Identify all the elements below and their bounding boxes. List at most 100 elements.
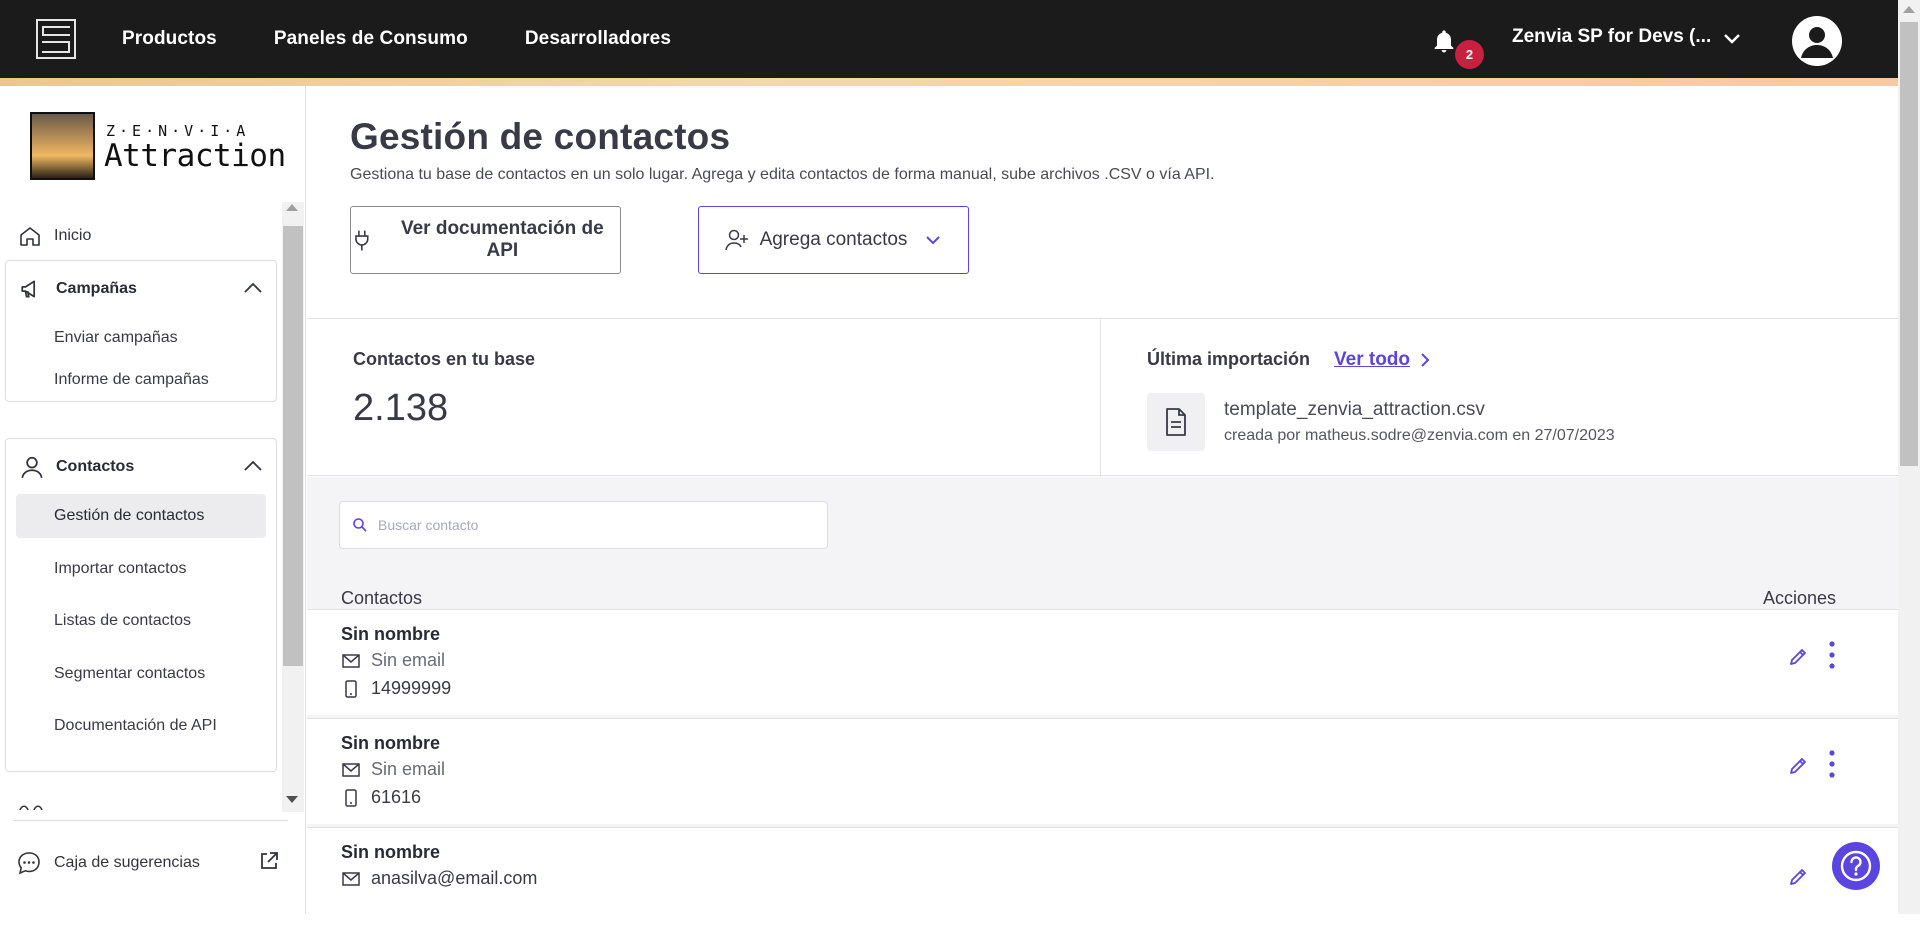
contact-phone: 14999999: [371, 678, 452, 698]
search-box[interactable]: [339, 501, 828, 549]
sidebar-item-enviar-campanas[interactable]: Enviar campañas: [16, 316, 266, 360]
contact-name: Sin nombre: [341, 733, 441, 753]
mail-icon: [342, 762, 360, 777]
contacts-list-area: Contactos Acciones Sin nombre Sin email …: [307, 477, 1898, 933]
contact-email: Sin email: [371, 650, 446, 670]
top-nav-productos[interactable]: Productos: [122, 28, 217, 50]
page-description: Gestiona tu base de contactos en un solo…: [350, 166, 1215, 183]
partial-menu-icon: [19, 805, 43, 810]
edit-pencil-icon[interactable]: [1787, 866, 1809, 888]
megaphone-icon: [18, 275, 46, 303]
edit-pencil-icon[interactable]: [1787, 646, 1809, 668]
column-header-actions: Acciones: [1763, 588, 1837, 608]
topbar-accent-stripe: [0, 78, 1898, 86]
contact-phone-line: 61616: [341, 787, 421, 808]
contacts-count-label: Contactos en tu base: [353, 349, 536, 369]
contact-email: anasilva@email.com: [371, 868, 538, 888]
campaigns-group-header[interactable]: Campañas: [18, 275, 137, 303]
account-name[interactable]: Zenvia SP for Devs (...: [1512, 26, 1711, 48]
search-input[interactable]: [378, 517, 798, 533]
sidebar-item-listas-contactos[interactable]: Listas de contactos: [16, 599, 266, 643]
avatar[interactable]: [1792, 16, 1842, 66]
add-contacts-button-label: Agrega contactos: [759, 229, 908, 250]
campaigns-group: Campañas Enviar campañas Informe de camp…: [5, 260, 277, 402]
zenvia-logo-icon[interactable]: [36, 19, 76, 59]
sidebar-item-inicio[interactable]: Inicio: [16, 222, 91, 250]
contact-email-line: Sin email: [341, 759, 445, 780]
scroll-up-arrow-icon[interactable]: [286, 204, 298, 211]
contact-email-line: anasilva@email.com: [341, 868, 537, 889]
api-docs-button-label: Ver documentación de API: [400, 218, 604, 261]
contact-phone-line: 14999999: [341, 678, 451, 699]
contact-email: Sin email: [371, 759, 446, 779]
table-row[interactable]: Sin nombre anasilva@email.com: [307, 827, 1898, 933]
top-nav: Productos Paneles de Consumo Desarrollad…: [122, 0, 671, 78]
table-row[interactable]: Sin nombre Sin email 14999999: [307, 609, 1898, 715]
chevron-down-icon[interactable]: [1722, 28, 1742, 48]
more-vertical-icon[interactable]: [1827, 640, 1837, 670]
page-scroll-up-arrow-icon[interactable]: [1903, 6, 1915, 13]
mobile-phone-icon: [345, 679, 357, 698]
brand-logo[interactable]: Z·E·N·V·I·A Attraction: [30, 112, 286, 182]
chevron-right-icon: [1421, 353, 1430, 367]
contacts-group-header[interactable]: Contactos: [18, 453, 134, 481]
chevron-up-icon[interactable]: [242, 279, 264, 297]
chevron-up-icon[interactable]: [242, 457, 264, 475]
plug-icon: [355, 230, 369, 251]
campaigns-title: Campañas: [56, 280, 137, 297]
contact-phone: 61616: [371, 787, 422, 807]
column-header-contacts: Contactos: [341, 588, 423, 608]
contact-name: Sin nombre: [341, 842, 441, 862]
contact-name: Sin nombre: [341, 624, 441, 644]
add-contacts-button[interactable]: Agrega contactos: [698, 206, 969, 274]
suggestions-link[interactable]: Caja de sugerencias: [16, 850, 200, 876]
import-file-name: template_zenvia_attraction.csv: [1224, 399, 1485, 420]
sidebar-item-segmentar-contactos[interactable]: Segmentar contactos: [16, 652, 266, 696]
contacts-title: Contactos: [56, 458, 135, 475]
search-icon: [353, 518, 367, 532]
bell-icon[interactable]: [1430, 28, 1458, 56]
notification-badge: 2: [1455, 40, 1484, 69]
sidebar-divider: [14, 820, 288, 821]
chat-bubble-icon: [18, 852, 40, 875]
sidebar-item-documentacion-api[interactable]: Documentación de API: [16, 704, 266, 748]
mail-icon: [342, 871, 360, 886]
stats-panel: Contactos en tu base 2.138 Última import…: [307, 318, 1898, 477]
brand-large-text: Attraction: [104, 138, 286, 174]
sidebar-item-informe-campanas[interactable]: Informe de campañas: [16, 358, 266, 402]
contact-email-line: Sin email: [341, 650, 445, 671]
page-scrollbar-thumb[interactable]: [1900, 22, 1918, 466]
more-vertical-icon[interactable]: [1827, 749, 1837, 779]
stats-divider: [1100, 319, 1101, 477]
suggestions-label: Caja de sugerencias: [54, 854, 200, 871]
table-row[interactable]: Sin nombre Sin email 61616: [307, 718, 1898, 824]
top-nav-paneles-consumo[interactable]: Paneles de Consumo: [274, 28, 468, 50]
sidebar-scrollbar-thumb[interactable]: [283, 226, 303, 666]
contacts-group: Contactos Gestión de contactos Importar …: [5, 438, 277, 772]
external-link-icon[interactable]: [258, 850, 280, 872]
person-icon: [18, 453, 46, 481]
top-nav-desarrolladores[interactable]: Desarrolladores: [525, 28, 671, 50]
question-mark-icon: [1840, 850, 1872, 882]
import-file-meta: creada por matheus.sodre@zenvia.com en 2…: [1224, 427, 1615, 444]
sidebar-scroll-area: Inicio Campañas Enviar campañas Informe …: [0, 200, 306, 810]
contacts-count-value: 2.138: [353, 387, 449, 429]
api-docs-button[interactable]: Ver documentación de API: [350, 206, 621, 274]
top-bar: Productos Paneles de Consumo Desarrollad…: [0, 0, 1898, 78]
brand-image: [30, 112, 95, 180]
sidebar-item-gestion-contactos[interactable]: Gestión de contactos: [16, 494, 266, 538]
view-all-label: Ver todo: [1334, 349, 1411, 370]
edit-pencil-icon[interactable]: [1787, 755, 1809, 777]
last-import-label: Última importación: [1147, 349, 1311, 369]
mobile-phone-icon: [345, 788, 357, 807]
sidebar-item-importar-contactos[interactable]: Importar contactos: [16, 547, 266, 591]
main-content: Gestión de contactos Gestiona tu base de…: [307, 86, 1898, 933]
sidebar: Z·E·N·V·I·A Attraction Inicio Campañas E…: [0, 86, 306, 914]
scroll-down-arrow-icon[interactable]: [286, 796, 298, 803]
sidebar-item-label: Inicio: [54, 227, 92, 244]
help-button[interactable]: [1832, 842, 1880, 890]
home-icon: [16, 222, 44, 250]
view-all-link[interactable]: Ver todo: [1334, 349, 1434, 371]
chevron-down-icon: [926, 236, 941, 245]
mail-icon: [342, 653, 360, 668]
